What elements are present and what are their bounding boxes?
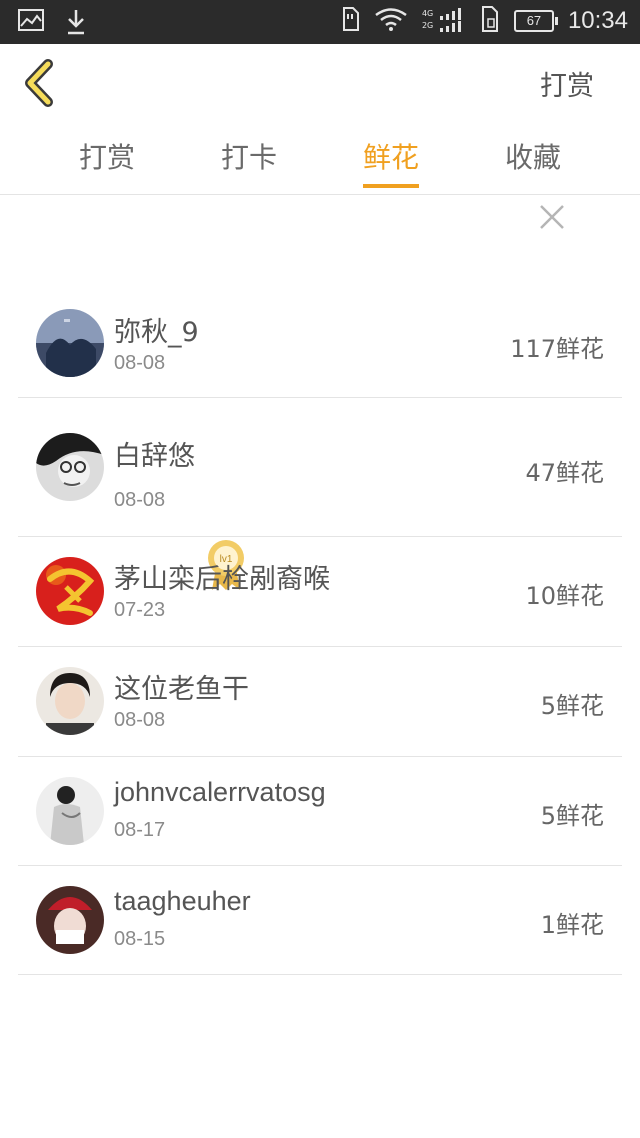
user-name: johnvcalerrvatosg	[114, 777, 326, 807]
avatar[interactable]	[36, 777, 104, 845]
item-date: 08-17	[114, 819, 166, 841]
tab-reward[interactable]: 打赏	[47, 136, 167, 176]
gallery-icon	[18, 8, 44, 40]
flower-count: 5鲜花	[540, 802, 604, 830]
phone-storage-icon	[480, 6, 500, 36]
list-item[interactable]: johnvcalerrvatosg 08-17 5鲜花	[18, 757, 622, 866]
tab-flowers[interactable]: 鲜花	[331, 136, 451, 176]
close-button[interactable]	[537, 202, 567, 232]
avatar[interactable]	[36, 557, 104, 625]
user-name: taagheuher	[114, 886, 251, 916]
back-button[interactable]	[20, 58, 64, 108]
sim-icon	[340, 7, 360, 35]
flower-count: 10鲜花	[525, 582, 604, 610]
download-icon	[66, 8, 86, 40]
flower-count: 5鲜花	[540, 692, 604, 720]
avatar[interactable]	[36, 667, 104, 735]
user-name: 这位老鱼干	[114, 674, 249, 705]
wifi-icon	[374, 7, 408, 35]
tab-favorites[interactable]: 收藏	[473, 136, 593, 176]
item-date: 08-08	[114, 709, 166, 731]
chevron-left-icon	[25, 59, 53, 107]
flower-list: 弥秋_9 08-08 117鲜花 白辞悠 lv1 08-08 47鲜花 茅山栾后…	[18, 290, 622, 975]
avatar[interactable]	[36, 309, 104, 377]
item-date: 08-08	[114, 489, 166, 511]
list-item[interactable]: 茅山栾后栓剐裔喉 07-23 10鲜花	[18, 537, 622, 647]
list-item[interactable]: 弥秋_9 08-08 117鲜花	[18, 290, 622, 398]
list-item[interactable]: 白辞悠 lv1 08-08 47鲜花	[18, 398, 622, 590]
avatar[interactable]	[36, 886, 104, 954]
avatar[interactable]	[36, 433, 104, 501]
flower-count: 117鲜花	[510, 335, 604, 363]
flower-count: 1鲜花	[540, 911, 604, 939]
network-2g-label: 2G	[421, 21, 434, 30]
list-item[interactable]: 这位老鱼干 08-08 5鲜花	[18, 647, 622, 757]
signal-icon: 4G 2G	[422, 8, 466, 34]
network-4g-label: 4G	[421, 9, 434, 18]
battery-icon: 67	[513, 10, 558, 32]
tab-checkin[interactable]: 打卡	[189, 136, 309, 176]
user-name: 弥秋_9	[114, 317, 199, 348]
list-item[interactable]: taagheuher 08-15 1鲜花	[18, 866, 622, 975]
clock: 10:34	[567, 7, 628, 34]
item-date: 08-08	[114, 352, 166, 374]
item-date: 07-23	[114, 599, 166, 621]
reward-link[interactable]: 打赏	[540, 64, 594, 103]
tab-bar: 打赏 打卡 鲜花 收藏	[0, 124, 640, 195]
header: 打赏	[0, 44, 640, 124]
status-bar: 4G 2G 67 10:34	[0, 0, 640, 44]
close-icon	[540, 205, 564, 229]
active-tab-indicator	[363, 184, 419, 188]
user-name: 茅山栾后栓剐裔喉	[114, 564, 330, 595]
item-date: 08-15	[114, 928, 166, 950]
flower-count: 47鲜花	[525, 459, 604, 487]
user-name: 白辞悠	[114, 441, 195, 472]
